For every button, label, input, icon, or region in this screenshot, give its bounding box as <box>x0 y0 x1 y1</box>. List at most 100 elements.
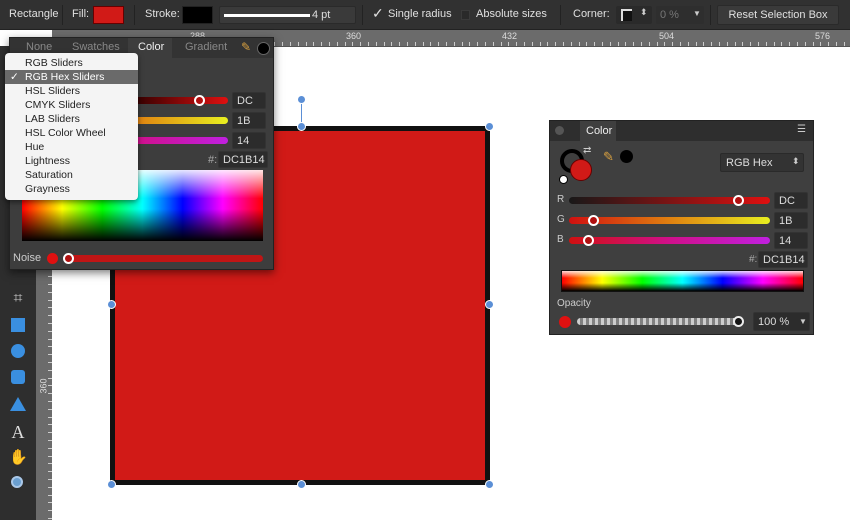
eyedropper-icon[interactable]: ✎ <box>603 149 614 165</box>
green-value[interactable]: 1B <box>774 212 808 229</box>
single-radius-label: Single radius <box>388 8 452 20</box>
selection-handle[interactable] <box>485 122 494 131</box>
ruler-label: 432 <box>502 31 518 41</box>
ruler-tick <box>828 42 830 46</box>
ruler-tick <box>48 362 52 363</box>
ruler-tick <box>781 42 783 46</box>
g-label: G <box>557 214 565 225</box>
green-slider[interactable] <box>569 215 770 226</box>
selection-handle[interactable] <box>107 300 116 309</box>
tab-gradient[interactable]: Gradient <box>185 41 227 53</box>
menu-item-hsl-color-wheel[interactable]: HSL Color Wheel <box>5 126 138 140</box>
color-spectrum[interactable] <box>561 270 804 292</box>
ruler-tick <box>703 42 705 46</box>
red-value[interactable]: DC <box>232 92 266 109</box>
tab-color[interactable]: Color <box>138 41 164 53</box>
menu-item-hue[interactable]: Hue <box>5 140 138 154</box>
no-color-icon[interactable] <box>559 175 568 184</box>
ruler-label: 504 <box>659 31 675 41</box>
ruler-tick <box>313 42 315 46</box>
ruler-tick <box>570 42 572 46</box>
selection-handle[interactable] <box>485 300 494 309</box>
panel-menu-icon[interactable]: ☰ <box>797 124 806 135</box>
menu-item-lab-sliders[interactable]: LAB Sliders <box>5 112 138 126</box>
triangle-tool-icon[interactable] <box>10 397 26 411</box>
corner-type-select[interactable]: ⬍ <box>616 6 652 24</box>
fill-swatch-button[interactable] <box>93 6 124 24</box>
stroke-swatch-button[interactable] <box>182 6 213 24</box>
red-slider[interactable] <box>135 95 228 106</box>
noise-label: Noise <box>13 252 42 264</box>
close-icon[interactable] <box>555 126 564 135</box>
ruler-tick <box>48 447 52 449</box>
fill-color-popup: None Swatches Color Gradient ✎ DC 1B 14 … <box>5 37 274 270</box>
ruler-tick <box>48 416 52 418</box>
hand-tool-icon[interactable]: ✋ <box>9 448 28 466</box>
blue-slider[interactable] <box>569 235 770 246</box>
ruler-tick <box>531 42 533 46</box>
blue-slider[interactable] <box>135 137 228 144</box>
rotation-handle[interactable] <box>297 95 306 104</box>
ruler-tick <box>765 42 767 46</box>
tab-swatches[interactable]: Swatches <box>72 41 120 53</box>
blue-value[interactable]: 14 <box>232 132 266 149</box>
ruler-tick <box>711 42 713 46</box>
text-tool-icon[interactable]: A <box>9 422 27 442</box>
absolute-sizes-checkbox[interactable] <box>461 10 470 20</box>
ruler-tick <box>48 346 52 348</box>
red-value[interactable]: DC <box>774 192 808 209</box>
opacity-slider[interactable] <box>577 316 744 327</box>
green-slider[interactable] <box>135 117 228 124</box>
menu-item-rgb-hex-sliders[interactable]: ✓ RGB Hex Sliders <box>5 70 138 84</box>
fill-color-well[interactable] <box>570 159 592 181</box>
panel-title: Color <box>586 125 613 137</box>
blue-value[interactable]: 14 <box>774 232 808 249</box>
stepper-icon: ⬍ <box>640 7 648 17</box>
corner-value-field[interactable]: 0 % ▼ <box>656 6 704 24</box>
ruler-tick <box>48 291 52 293</box>
eyedropper-icon[interactable]: ✎ <box>241 40 251 54</box>
selection-handle[interactable] <box>107 480 116 489</box>
menu-item-grayness[interactable]: Grayness <box>5 182 138 196</box>
hex-label: #: <box>208 154 218 166</box>
rounded-rectangle-tool-icon[interactable] <box>11 370 25 384</box>
single-radius-checkbox[interactable]: ✓ <box>372 5 384 22</box>
menu-item-saturation[interactable]: Saturation <box>5 168 138 182</box>
color-mode-select[interactable]: RGB Hex ⬍ <box>720 153 804 172</box>
selection-handle[interactable] <box>297 122 306 131</box>
ellipse-tool-icon[interactable] <box>11 344 25 358</box>
stroke-width-slider[interactable]: 4 pt <box>219 6 356 24</box>
menu-item-rgb-sliders[interactable]: RGB Sliders <box>5 56 138 70</box>
noise-color-dot <box>47 253 58 264</box>
green-value[interactable]: 1B <box>232 112 266 129</box>
corner-icon <box>621 9 632 21</box>
ruler-tick <box>836 42 837 46</box>
ruler-tick <box>305 42 307 46</box>
menu-item-hsl-sliders[interactable]: HSL Sliders <box>5 84 138 98</box>
noise-slider[interactable] <box>63 253 263 264</box>
red-slider[interactable] <box>569 195 770 206</box>
rectangle-tool-icon[interactable] <box>11 318 25 332</box>
ruler-tick <box>617 42 619 46</box>
ruler-tick <box>48 385 52 387</box>
reset-selection-box-button[interactable]: Reset Selection Box <box>717 5 839 25</box>
menu-item-lightness[interactable]: Lightness <box>5 154 138 168</box>
tab-none[interactable]: None <box>26 41 52 53</box>
ruler-tick <box>48 315 52 317</box>
ruler-tick <box>48 330 52 332</box>
swap-colors-icon[interactable]: ⇄ <box>583 145 591 156</box>
ruler-tick <box>48 276 52 278</box>
hex-value[interactable]: DC1B14 <box>758 251 808 268</box>
menu-item-cmyk-sliders[interactable]: CMYK Sliders <box>5 98 138 112</box>
zoom-tool-icon[interactable] <box>11 476 23 488</box>
crop-tool-icon[interactable]: ⌗ <box>9 290 27 308</box>
selection-handle[interactable] <box>485 480 494 489</box>
tool-name: Rectangle <box>9 8 59 20</box>
hex-value[interactable]: DC1B14 <box>218 151 268 168</box>
ruler-tick <box>656 42 658 46</box>
ruler-tick <box>804 42 806 46</box>
ruler-tick <box>274 42 276 46</box>
opacity-field[interactable]: 100 % ▼ <box>753 312 810 331</box>
selection-handle[interactable] <box>297 480 306 489</box>
ruler-tick <box>48 486 52 488</box>
